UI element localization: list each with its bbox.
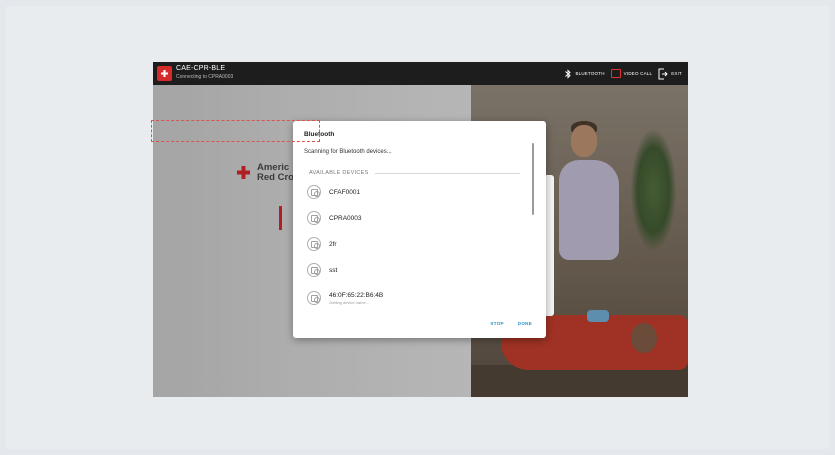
device-item-cfaf0001[interactable]: CFAF0001 bbox=[307, 181, 517, 203]
device-name: CPRA0003 bbox=[329, 214, 362, 222]
device-status: Getting device name... bbox=[329, 299, 370, 305]
app-title: CAE-CPR-BLE bbox=[176, 65, 226, 72]
device-item-mac[interactable]: 46:0F:65:22:B6:4B Getting device name... bbox=[307, 287, 517, 309]
exit-label: EXIT bbox=[671, 71, 682, 76]
video-call-button[interactable]: VIDEO CALL bbox=[610, 69, 653, 78]
exit-icon bbox=[658, 68, 668, 79]
device-name: 46:0F:65:22:B6:4B bbox=[329, 291, 384, 299]
available-devices-label: AVAILABLE DEVICES bbox=[309, 170, 369, 176]
dialog-shadow-panel bbox=[546, 175, 554, 316]
done-button[interactable]: DONE bbox=[518, 321, 532, 326]
dialog-scrollbar[interactable] bbox=[532, 143, 534, 215]
device-item-cpra0003[interactable]: CPRA0003 bbox=[307, 207, 517, 229]
tablet-screen: CAE-CPR-BLE Connecting to CPRA0003 BLUET… bbox=[153, 62, 688, 397]
device-name: CFAF0001 bbox=[329, 188, 361, 196]
device-name: 2fr bbox=[329, 240, 337, 248]
top-bar-actions: BLUETOOTH VIDEO CALL EXIT bbox=[564, 62, 682, 85]
bluetooth-label: BLUETOOTH bbox=[575, 71, 605, 76]
section-divider bbox=[375, 173, 520, 174]
selected-device-highlight bbox=[151, 120, 320, 142]
device-name: sst bbox=[329, 266, 338, 274]
device-icon bbox=[307, 211, 321, 225]
device-icon bbox=[307, 291, 321, 305]
exit-button[interactable]: EXIT bbox=[658, 68, 682, 80]
app-top-bar: CAE-CPR-BLE Connecting to CPRA0003 BLUET… bbox=[153, 62, 688, 85]
video-call-label: VIDEO CALL bbox=[623, 71, 653, 76]
bluetooth-icon bbox=[565, 68, 572, 79]
device-texts: 46:0F:65:22:B6:4B Getting device name... bbox=[329, 292, 383, 305]
device-item-sst[interactable]: sst bbox=[307, 259, 517, 281]
device-item-2fr[interactable]: 2fr bbox=[307, 233, 517, 255]
device-icon bbox=[307, 263, 321, 277]
device-icon bbox=[307, 237, 321, 251]
scan-status: Scanning for Bluetooth devices... bbox=[304, 149, 392, 155]
bluetooth-dialog: Bluetooth Scanning for Bluetooth devices… bbox=[293, 121, 546, 338]
dialog-actions: STOP DONE bbox=[490, 321, 532, 326]
app-logo-icon bbox=[157, 66, 172, 81]
app-subtitle: Connecting to CPRA0003 bbox=[176, 74, 234, 80]
stop-button[interactable]: STOP bbox=[490, 321, 503, 326]
video-call-icon bbox=[610, 69, 621, 78]
device-icon bbox=[307, 185, 321, 199]
bluetooth-button[interactable]: BLUETOOTH bbox=[564, 68, 604, 80]
